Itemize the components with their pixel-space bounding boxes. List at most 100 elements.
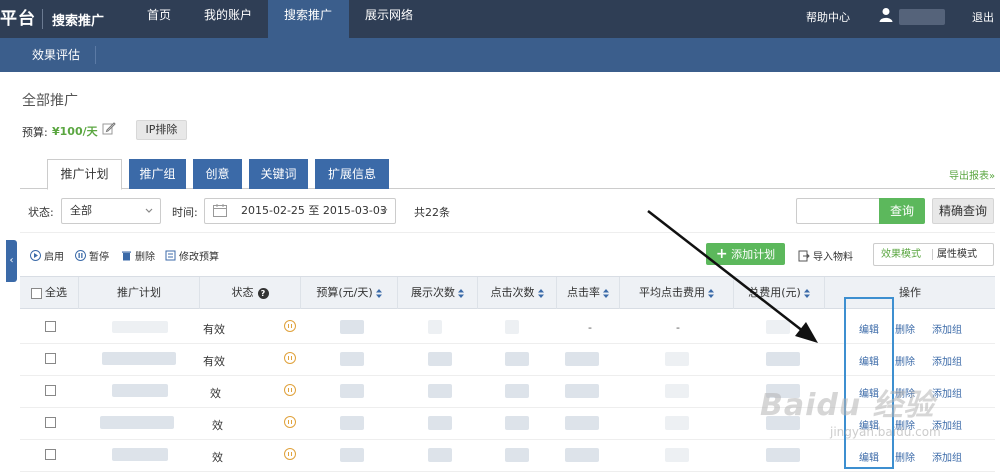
search-input[interactable] bbox=[796, 198, 880, 224]
help-icon[interactable]: ? bbox=[257, 287, 269, 299]
sub-nav: 效果评估 bbox=[0, 38, 1000, 72]
nav-my-account[interactable]: 我的账户 bbox=[188, 0, 268, 38]
list-icon bbox=[165, 250, 176, 261]
pause-action[interactable]: 暂停 bbox=[75, 248, 109, 263]
tab-plans[interactable]: 推广计划 bbox=[47, 159, 122, 190]
pause-status-icon[interactable] bbox=[284, 448, 296, 460]
sort-icon bbox=[603, 288, 609, 298]
row-checkbox[interactable] bbox=[45, 449, 56, 460]
row-status: 效 bbox=[212, 451, 223, 464]
import-label: 导入物料 bbox=[813, 252, 853, 263]
precise-query-button[interactable]: 精确查询 bbox=[932, 198, 994, 224]
ctr-redacted bbox=[565, 352, 599, 366]
col-clicks-label: 点击次数 bbox=[490, 286, 535, 299]
play-icon bbox=[30, 250, 41, 261]
delete-link[interactable]: 删除 bbox=[895, 321, 915, 336]
add-group-link[interactable]: 添加组 bbox=[932, 385, 962, 400]
nav-search-promotion[interactable]: 搜索推广 bbox=[268, 0, 349, 38]
impressions-redacted bbox=[428, 416, 452, 430]
plan-name-redacted[interactable] bbox=[112, 448, 168, 461]
row-status: 效 bbox=[212, 419, 223, 432]
watermark-logo: Baidu 经验 bbox=[760, 388, 935, 423]
tab-keywords[interactable]: 关键词 bbox=[249, 159, 308, 189]
export-report-link[interactable]: 导出报表» bbox=[949, 167, 995, 182]
import-materials-action[interactable]: 导入物料 bbox=[798, 248, 853, 263]
pause-status-icon[interactable] bbox=[284, 384, 296, 396]
select-all-label: 全选 bbox=[45, 286, 67, 299]
delete-link[interactable]: 删除 bbox=[895, 449, 915, 464]
total-count: 共22条 bbox=[414, 206, 450, 219]
col-total-cost-label: 总费用(元) bbox=[748, 286, 801, 299]
plan-name-redacted[interactable] bbox=[112, 321, 168, 333]
delete-link[interactable]: 删除 bbox=[895, 353, 915, 368]
plan-name-redacted[interactable] bbox=[112, 384, 168, 397]
select-all-checkbox[interactable] bbox=[31, 287, 42, 299]
budget-value-redacted bbox=[340, 448, 364, 462]
row-checkbox[interactable] bbox=[45, 353, 56, 364]
modify-budget-action[interactable]: 修改预算 bbox=[165, 248, 219, 263]
status-select-value: 全部 bbox=[70, 204, 92, 217]
col-avg-cpc[interactable]: 平均点击费用 bbox=[620, 277, 734, 309]
col-ctr[interactable]: 点击率 bbox=[557, 277, 620, 309]
col-budget[interactable]: 预算(元/天) bbox=[301, 277, 398, 309]
add-plan-button[interactable]: + 添加计划 bbox=[706, 243, 785, 265]
budget-label: 预算: bbox=[22, 126, 48, 139]
user-icon[interactable] bbox=[879, 7, 893, 23]
enable-label: 启用 bbox=[44, 252, 64, 263]
select-all-header[interactable]: 全选 bbox=[20, 277, 79, 309]
plan-name-redacted[interactable] bbox=[100, 416, 174, 429]
budget-value-redacted bbox=[340, 384, 364, 398]
status-select[interactable]: 全部 bbox=[61, 198, 161, 224]
clicks-redacted bbox=[505, 352, 529, 366]
tab-extensions[interactable]: 扩展信息 bbox=[315, 159, 389, 189]
sidebar-toggle-handle[interactable]: ‹ bbox=[6, 240, 17, 282]
ctr-redacted bbox=[565, 416, 599, 430]
query-button[interactable]: 查询 bbox=[879, 198, 925, 224]
col-ctr-label: 点击率 bbox=[567, 286, 600, 299]
total-cost-redacted bbox=[766, 448, 800, 462]
col-status-label: 状态 bbox=[231, 286, 254, 299]
date-range-picker[interactable]: 2015-02-25 至 2015-03-03 bbox=[204, 198, 396, 224]
page-title: 全部推广 bbox=[22, 93, 78, 109]
chevron-down-icon bbox=[145, 208, 153, 213]
subnav-effect-evaluation[interactable]: 效果评估 bbox=[18, 38, 97, 72]
row-status: 效 bbox=[210, 387, 221, 400]
edit-budget-icon[interactable] bbox=[102, 121, 116, 135]
add-group-link[interactable]: 添加组 bbox=[932, 449, 962, 464]
plan-name-redacted[interactable] bbox=[102, 352, 176, 365]
status-filter-label: 状态: bbox=[28, 206, 54, 219]
row-checkbox[interactable] bbox=[45, 417, 56, 428]
pause-status-icon[interactable] bbox=[284, 416, 296, 428]
logout-link[interactable]: 退出 bbox=[972, 9, 994, 25]
delete-action[interactable]: 删除 bbox=[121, 248, 155, 263]
add-group-link[interactable]: 添加组 bbox=[932, 321, 962, 336]
enable-action[interactable]: 启用 bbox=[30, 248, 64, 263]
pause-status-icon[interactable] bbox=[284, 352, 296, 364]
nav-display-network[interactable]: 展示网络 bbox=[349, 0, 429, 38]
sort-icon bbox=[375, 288, 382, 298]
budget-value-redacted bbox=[340, 416, 364, 430]
import-icon bbox=[798, 250, 810, 261]
col-total-cost[interactable]: 总费用(元) bbox=[734, 277, 825, 309]
tab-ad-groups[interactable]: 推广组 bbox=[129, 159, 186, 189]
ip-exclude-button[interactable]: IP排除 bbox=[136, 120, 187, 140]
row-status: 有效 bbox=[203, 355, 225, 368]
row-checkbox[interactable] bbox=[45, 385, 56, 396]
pause-status-icon[interactable] bbox=[284, 320, 296, 332]
col-clicks[interactable]: 点击次数 bbox=[478, 277, 557, 309]
help-center-link[interactable]: 帮助中心 bbox=[806, 9, 850, 25]
attribute-mode-option[interactable]: 属性模式 bbox=[937, 244, 977, 265]
col-plan: 推广计划 bbox=[79, 277, 200, 309]
tab-creatives[interactable]: 创意 bbox=[193, 159, 242, 189]
clicks-redacted bbox=[505, 384, 529, 398]
trash-icon bbox=[122, 251, 131, 261]
add-group-link[interactable]: 添加组 bbox=[932, 353, 962, 368]
col-status: 状态? bbox=[200, 277, 301, 309]
col-impressions-label: 展示次数 bbox=[411, 286, 455, 299]
modify-budget-label: 修改预算 bbox=[179, 252, 219, 263]
nav-home[interactable]: 首页 bbox=[131, 0, 187, 38]
col-impressions[interactable]: 展示次数 bbox=[398, 277, 478, 309]
effect-mode-option[interactable]: 效果模式 bbox=[881, 244, 921, 265]
row-checkbox[interactable] bbox=[45, 321, 56, 332]
total-cost-redacted bbox=[766, 352, 800, 366]
